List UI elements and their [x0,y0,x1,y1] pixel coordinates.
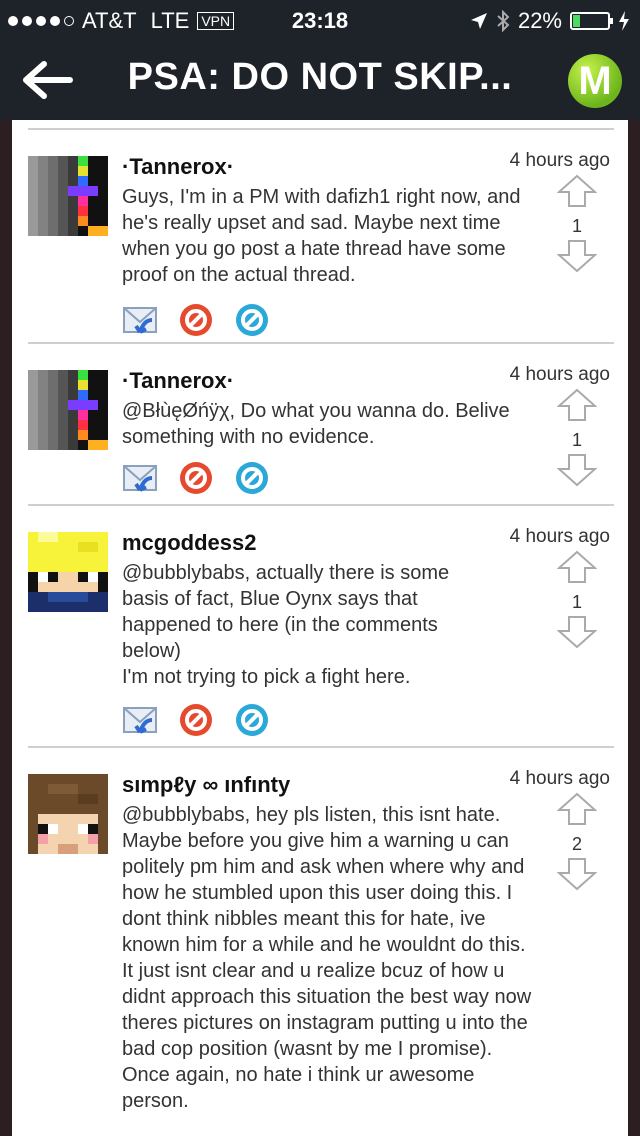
page-title: PSA: DO NOT SKIP... [127,56,513,98]
timestamp: 4 hours ago [509,364,610,385]
comment-text: @bubblybabs, hey pls listen, this isnt h… [122,804,532,1112]
bluetooth-icon [497,10,510,32]
username[interactable]: mcgoddess2 [122,530,257,556]
vote-count: 2 [571,834,582,854]
upvote-arrow-icon[interactable] [556,550,598,584]
username[interactable]: ·Tannerox· [122,368,234,394]
reply-mail-icon[interactable] [122,302,158,338]
battery-percent: 22% [517,8,562,33]
nav-bar: PSA: DO NOT SKIP... M [0,40,640,120]
vote-controls: 1 [554,174,600,278]
reply-mail-icon[interactable] [122,702,158,738]
comment-text: @BłùęØńÿχ, Do what you wanna do. Belive … [122,400,510,448]
timestamp: 4 hours ago [509,768,610,789]
timestamp: 4 hours ago [509,150,610,171]
avatar[interactable] [28,370,108,450]
app-logo-button[interactable]: M [568,54,622,108]
back-arrow-icon[interactable] [22,60,74,100]
block-icon[interactable] [178,302,214,338]
downvote-arrow-icon[interactable] [556,239,598,273]
vote-count: 1 [571,216,582,236]
reply-mail-icon[interactable] [122,460,158,496]
charging-bolt-icon [619,11,629,31]
username[interactable]: sımpℓy ∞ ınfınty [122,772,290,798]
vote-controls: 1 [554,550,600,654]
downvote-arrow-icon[interactable] [556,453,598,487]
report-icon[interactable] [234,702,270,738]
status-bar: AT&T LTE VPN 23:18 22% [0,0,640,40]
timestamp: 4 hours ago [509,526,610,547]
comment-item: mcgoddess2 4 hours ago @bubblybabs, actu… [12,506,628,748]
comment-item: ·Tannerox· 4 hours ago Guys, I'm in a PM… [12,130,628,344]
vote-count: 1 [571,430,582,450]
downvote-arrow-icon[interactable] [556,615,598,649]
downvote-arrow-icon[interactable] [556,857,598,891]
upvote-arrow-icon[interactable] [556,174,598,208]
block-icon[interactable] [178,460,214,496]
vote-count: 1 [571,592,582,612]
location-arrow-icon [470,13,487,29]
comments-list[interactable]: ·Tannerox· 4 hours ago Guys, I'm in a PM… [12,120,628,1136]
upvote-arrow-icon[interactable] [556,792,598,826]
avatar[interactable] [28,156,108,236]
upvote-arrow-icon[interactable] [556,388,598,422]
comment-text: @bubblybabs, actually there is some basi… [122,562,450,688]
comment-item: sımpℓy ∞ ınfınty 4 hours ago @bubblybabs… [12,748,628,1136]
avatar[interactable] [28,774,108,854]
block-icon[interactable] [178,702,214,738]
vote-controls: 2 [554,792,600,896]
comment-item: ·Tannerox· 4 hours ago @BłùęØńÿχ, Do wha… [12,344,628,506]
avatar[interactable] [28,532,108,612]
report-icon[interactable] [234,302,270,338]
username[interactable]: ·Tannerox· [122,154,234,180]
comment-text: Guys, I'm in a PM with dafizh1 right now… [122,186,521,286]
battery-icon [570,12,613,30]
report-icon[interactable] [234,460,270,496]
vote-controls: 1 [554,388,600,492]
